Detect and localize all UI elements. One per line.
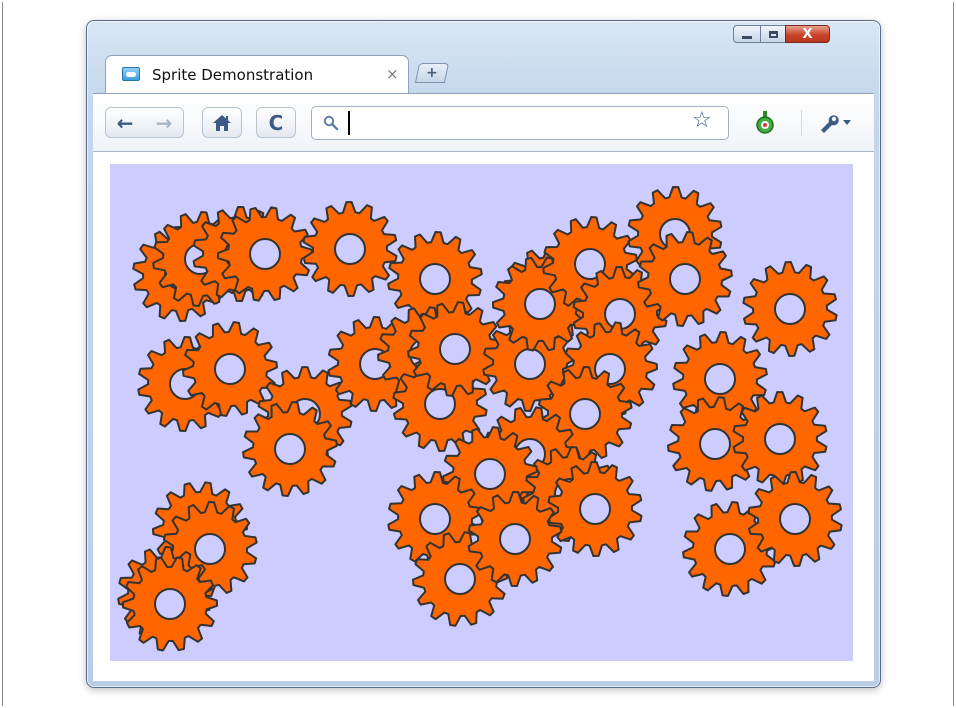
reload-button[interactable]: C bbox=[256, 107, 296, 138]
gear-sprites bbox=[117, 186, 843, 652]
gear-hole bbox=[439, 333, 471, 365]
tab-title: Sprite Demonstration bbox=[152, 66, 314, 84]
gear-hole bbox=[704, 363, 736, 395]
gear-hole bbox=[774, 293, 806, 325]
forward-arrow-icon: → bbox=[155, 110, 173, 135]
nav-button-group: ← → bbox=[105, 107, 184, 138]
gear-hole bbox=[764, 423, 796, 455]
address-input[interactable] bbox=[348, 111, 680, 135]
home-button[interactable] bbox=[202, 107, 242, 138]
maximize-button[interactable] bbox=[760, 25, 786, 43]
gear-hole bbox=[214, 353, 246, 385]
sprite-canvas bbox=[110, 164, 853, 661]
gear-hole bbox=[499, 523, 531, 555]
gear-hole bbox=[334, 233, 366, 265]
gear-hole bbox=[444, 563, 476, 595]
close-icon: X bbox=[802, 26, 813, 42]
gear-hole bbox=[569, 398, 601, 430]
minimize-icon bbox=[742, 35, 752, 39]
back-arrow-icon: ← bbox=[116, 110, 134, 135]
gear-sprite bbox=[747, 471, 843, 567]
home-icon bbox=[213, 114, 231, 131]
favicon-icon bbox=[122, 67, 140, 81]
gear-hole bbox=[249, 238, 281, 270]
toolbar-separator bbox=[801, 110, 802, 136]
gear-hole bbox=[474, 458, 506, 490]
browser-window: X Sprite Demonstration × + ← → C ☆ bbox=[86, 20, 881, 688]
wrench-icon bbox=[820, 115, 839, 133]
gear-hole bbox=[714, 533, 746, 565]
gear-hole bbox=[669, 263, 701, 295]
gear-hole bbox=[779, 503, 811, 535]
plus-icon: + bbox=[426, 65, 438, 81]
extension-icon bbox=[756, 111, 774, 134]
gear-hole bbox=[579, 493, 611, 525]
search-icon bbox=[323, 115, 339, 131]
gear-hole bbox=[524, 288, 556, 320]
page-content bbox=[93, 151, 874, 681]
reload-icon: C bbox=[268, 110, 284, 135]
minimize-button[interactable] bbox=[733, 25, 761, 43]
forward-button[interactable]: → bbox=[145, 108, 183, 137]
tab-sprite-demonstration[interactable]: Sprite Demonstration × bbox=[105, 55, 409, 93]
wrench-menu-button[interactable] bbox=[811, 109, 857, 137]
toolbar: ← → C ☆ bbox=[93, 93, 874, 151]
address-bar[interactable]: ☆ bbox=[311, 106, 729, 140]
tab-close-icon[interactable]: × bbox=[386, 65, 399, 83]
gear-hole bbox=[419, 263, 451, 295]
gear-hole bbox=[274, 433, 306, 465]
chevron-down-icon bbox=[842, 120, 851, 125]
gear-hole bbox=[419, 503, 451, 535]
gear-hole bbox=[154, 588, 186, 620]
back-button[interactable]: ← bbox=[106, 108, 144, 137]
gear-sprite bbox=[302, 201, 398, 297]
maximize-icon bbox=[768, 30, 778, 38]
bookmark-star-icon[interactable]: ☆ bbox=[692, 110, 712, 132]
gear-sprite bbox=[742, 261, 838, 357]
gear-hole bbox=[194, 533, 226, 565]
gear-hole bbox=[514, 348, 546, 380]
extension-button[interactable] bbox=[753, 110, 777, 136]
close-window-button[interactable]: X bbox=[785, 25, 830, 43]
gear-hole bbox=[699, 428, 731, 460]
new-tab-button[interactable]: + bbox=[414, 63, 450, 83]
